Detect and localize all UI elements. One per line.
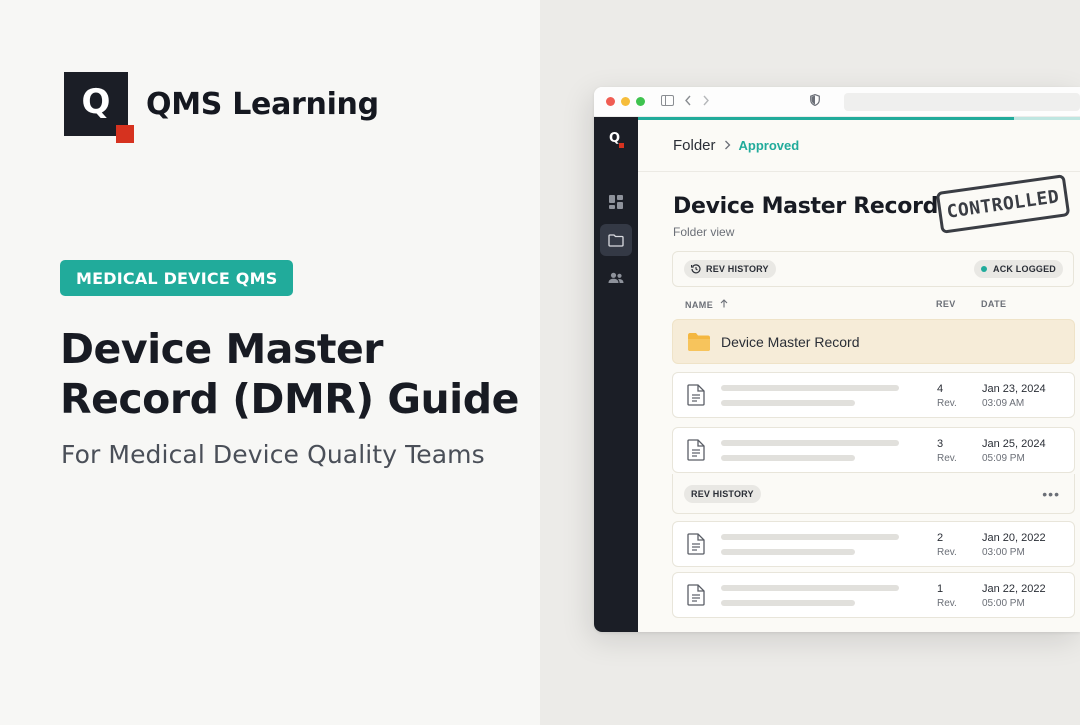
logo-red-square xyxy=(116,125,134,143)
breadcrumb: Folder Approved xyxy=(673,137,799,154)
url-bar[interactable] xyxy=(844,93,1080,111)
rev-history-label: REV HISTORY xyxy=(706,264,769,274)
doc-title-placeholder xyxy=(721,385,899,391)
more-options-icon[interactable]: ••• xyxy=(1042,486,1060,502)
document-row[interactable]: 2 Rev. Jan 20, 2022 03:00 PM xyxy=(672,521,1075,567)
doc-meta-placeholder xyxy=(721,549,855,555)
browser-titlebar xyxy=(594,87,1080,117)
sidebar-item-folders[interactable] xyxy=(600,224,632,256)
doc-title-placeholder xyxy=(721,585,899,591)
document-icon xyxy=(687,533,705,555)
folder-icon xyxy=(608,233,624,247)
doc-rev-label: Rev. xyxy=(937,547,957,558)
document-row[interactable]: 3 Rev. Jan 25, 2024 05:09 PM xyxy=(672,427,1075,473)
ack-status-badge: ACK LOGGED xyxy=(974,260,1064,278)
rev-history-button[interactable]: REV HISTORY xyxy=(684,260,776,278)
left-panel: Q QMS Learning MEDICAL DEVICE QMS Device… xyxy=(0,0,540,725)
doc-time: 03:00 PM xyxy=(982,547,1025,558)
rev-history-group-button[interactable]: REV HISTORY xyxy=(684,485,761,503)
browser-window: Q Folder Approved Device Master Record F… xyxy=(594,87,1080,632)
doc-rev: 3 xyxy=(937,438,944,450)
maximize-dot-icon[interactable] xyxy=(636,97,645,106)
sort-arrow-up-icon xyxy=(720,299,728,308)
logo-letter: Q xyxy=(81,82,111,122)
column-header-name[interactable]: NAME xyxy=(685,299,728,310)
rev-history-group-row: REV HISTORY ••• xyxy=(672,474,1075,514)
category-tag: MEDICAL DEVICE QMS xyxy=(60,260,294,296)
doc-rev: 4 xyxy=(937,383,944,395)
subtitle: For Medical Device Quality Teams xyxy=(61,440,485,469)
logo-mark: Q xyxy=(64,72,134,143)
page-subtitle: Folder view xyxy=(673,225,735,239)
breadcrumb-current[interactable]: Approved xyxy=(739,138,800,153)
doc-title-placeholder xyxy=(721,534,899,540)
controlled-stamp: CONTROLLED xyxy=(935,174,1071,234)
document-icon xyxy=(687,439,705,461)
headline: Device Master Record (DMR) Guide xyxy=(60,324,530,424)
sidebar-logo-red-square xyxy=(619,143,624,148)
doc-meta-placeholder xyxy=(721,600,855,606)
brand-name: QMS Learning xyxy=(146,86,379,122)
column-name-label: NAME xyxy=(685,300,714,310)
doc-date: Jan 23, 2024 xyxy=(982,383,1046,395)
sidebar-item-users[interactable] xyxy=(600,262,632,294)
users-icon xyxy=(608,272,624,283)
column-header-rev[interactable]: REV xyxy=(936,299,956,309)
shield-icon[interactable] xyxy=(810,93,820,109)
app-sidebar: Q xyxy=(594,117,638,632)
doc-time: 03:09 AM xyxy=(982,398,1025,409)
doc-time: 05:09 PM xyxy=(982,453,1025,464)
folder-row[interactable]: Device Master Record xyxy=(672,319,1075,364)
doc-title-placeholder xyxy=(721,440,899,446)
sidebar-logo[interactable]: Q xyxy=(609,131,624,148)
forward-chevron-icon[interactable] xyxy=(702,94,710,109)
doc-rev-label: Rev. xyxy=(937,398,957,409)
document-icon xyxy=(687,384,705,406)
status-dot-icon xyxy=(981,266,987,272)
document-icon xyxy=(687,584,705,606)
doc-date: Jan 22, 2022 xyxy=(982,583,1046,595)
sidebar-item-dashboard[interactable] xyxy=(600,186,632,218)
document-row[interactable]: 4 Rev. Jan 23, 2024 03:09 AM xyxy=(672,372,1075,418)
back-chevron-icon[interactable] xyxy=(684,94,692,109)
history-icon xyxy=(691,264,701,274)
main-content: Folder Approved Device Master Record Fol… xyxy=(638,120,1080,632)
dashboard-icon xyxy=(609,195,623,209)
doc-time: 05:00 PM xyxy=(982,598,1025,609)
column-header-date[interactable]: DATE xyxy=(981,299,1006,309)
doc-date: Jan 20, 2022 xyxy=(982,532,1046,544)
doc-rev-label: Rev. xyxy=(937,453,957,464)
folder-yellow-icon xyxy=(688,332,710,351)
doc-rev: 1 xyxy=(937,583,944,595)
page-title: Device Master Record xyxy=(673,194,939,219)
sidebar-toggle-icon[interactable] xyxy=(661,94,674,109)
document-row[interactable]: 1 Rev. Jan 22, 2022 05:00 PM xyxy=(672,572,1075,618)
headline-line-1: Device Master xyxy=(60,325,384,373)
folder-row-label: Device Master Record xyxy=(721,333,860,350)
doc-date: Jan 25, 2024 xyxy=(982,438,1046,450)
doc-rev-label: Rev. xyxy=(937,598,957,609)
rev-history-group-label: REV HISTORY xyxy=(691,489,754,499)
doc-rev: 2 xyxy=(937,532,944,544)
headline-line-2: Record (DMR) Guide xyxy=(60,375,519,423)
ack-status-label: ACK LOGGED xyxy=(993,264,1057,274)
minimize-dot-icon[interactable] xyxy=(621,97,630,106)
close-dot-icon[interactable] xyxy=(606,97,615,106)
header-divider xyxy=(638,171,1080,172)
breadcrumb-root[interactable]: Folder xyxy=(673,137,716,154)
doc-meta-placeholder xyxy=(721,455,855,461)
brand-logo: Q QMS Learning xyxy=(64,72,379,143)
table-toolbar: REV HISTORY ACK LOGGED xyxy=(672,251,1074,287)
doc-meta-placeholder xyxy=(721,400,855,406)
breadcrumb-separator xyxy=(724,139,731,153)
